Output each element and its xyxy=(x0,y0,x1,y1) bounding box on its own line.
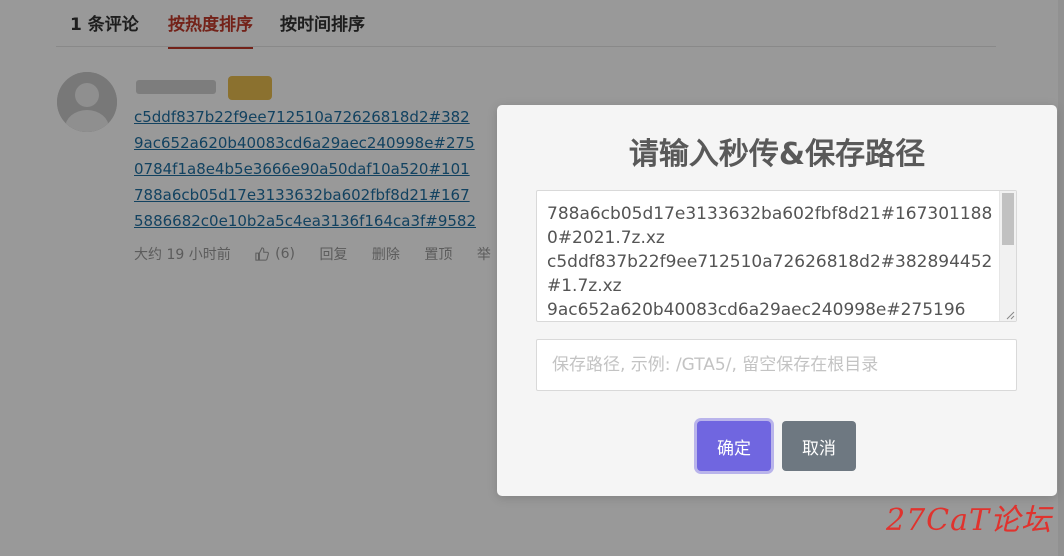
dialog-title: 请输入秒传&保存路径 xyxy=(628,137,926,172)
save-path-input[interactable] xyxy=(536,339,1017,391)
forum-watermark-logo: 27CaT论坛 xyxy=(886,503,1053,538)
scrollbar-thumb[interactable] xyxy=(1002,193,1014,245)
confirm-button[interactable]: 确定 xyxy=(697,421,771,471)
hash-textarea-content[interactable]: 788a6cb05d17e3133632ba602fbf8d21#1673011… xyxy=(537,191,1014,321)
textarea-scrollbar[interactable] xyxy=(999,191,1016,321)
cancel-button[interactable]: 取消 xyxy=(782,421,856,471)
hash-textarea[interactable]: 788a6cb05d17e3133632ba602fbf8d21#1673011… xyxy=(536,190,1017,322)
rapid-upload-dialog: 请输入秒传&保存路径 788a6cb05d17e3133632ba602fbf8… xyxy=(497,105,1057,496)
resize-handle-icon[interactable] xyxy=(1005,310,1015,320)
